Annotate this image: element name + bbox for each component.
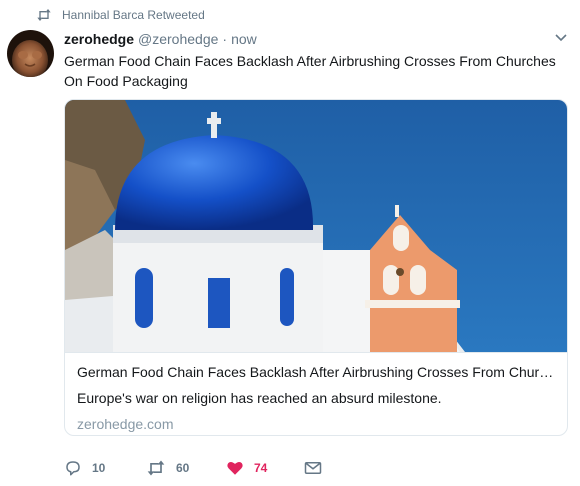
retweet-icon <box>147 460 165 476</box>
card-body: German Food Chain Faces Backlash After A… <box>65 352 567 435</box>
user-handle[interactable]: @zerohedge <box>138 31 218 47</box>
card-description: Europe's war on religion has reached an … <box>77 390 442 406</box>
avatar[interactable] <box>7 30 54 77</box>
display-name[interactable]: zerohedge <box>64 31 134 47</box>
link-card[interactable]: German Food Chain Faces Backlash After A… <box>64 99 568 436</box>
envelope-icon <box>304 462 322 474</box>
card-title[interactable]: German Food Chain Faces Backlash After A… <box>77 363 555 381</box>
like-button[interactable]: 74 <box>226 458 267 478</box>
direct-message-button[interactable] <box>304 458 322 478</box>
retweet-count: 60 <box>176 461 190 475</box>
retweet-icon <box>37 9 51 21</box>
reply-count: 10 <box>92 461 106 475</box>
retweet-label: Hannibal Barca Retweeted <box>62 8 205 22</box>
like-count: 74 <box>254 461 268 475</box>
tweet-text: German Food Chain Faces Backlash After A… <box>64 53 556 89</box>
retweet-context[interactable]: Hannibal Barca Retweeted <box>36 7 205 23</box>
tweet-header: zerohedge @zerohedge · now <box>64 31 550 49</box>
retweet-button[interactable]: 60 <box>146 458 189 478</box>
heart-icon <box>227 461 243 475</box>
reply-icon <box>66 461 80 476</box>
timestamp[interactable]: now <box>231 31 257 47</box>
reply-button[interactable]: 10 <box>64 458 105 478</box>
card-domain: zerohedge.com <box>77 416 174 432</box>
tweet-actions: 10 60 74 <box>64 458 364 478</box>
separator-dot: · <box>222 31 228 47</box>
chevron-down-icon[interactable] <box>555 34 567 42</box>
church-dome-photo <box>65 100 567 352</box>
